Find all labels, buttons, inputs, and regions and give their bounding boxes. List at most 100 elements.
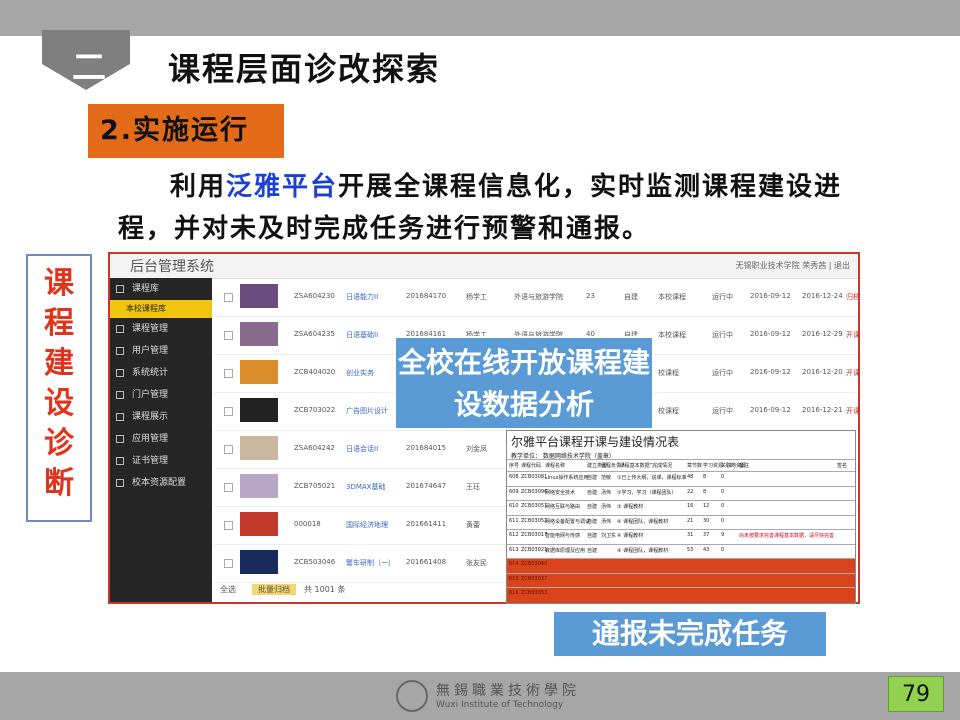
- table-cell-no: 608: [509, 474, 519, 480]
- table-cell-res: 30: [703, 517, 710, 524]
- sidebar-item[interactable]: 本校课程库: [110, 300, 212, 318]
- course-row[interactable]: ZSA604230 日语能力II 201684170 杨学工 外语与旅游学院 23 自建 本校…: [214, 278, 858, 317]
- side-label-char: 断: [44, 466, 74, 501]
- select-all-label[interactable]: 全选: [220, 585, 236, 594]
- page-number: 79: [888, 676, 944, 712]
- table-title: 尔雅平台课程开课与建设情况表: [511, 435, 680, 449]
- table-cell-code: ZCB03017: [521, 532, 548, 538]
- sidebar-item[interactable]: 课程展示: [110, 406, 212, 428]
- table-header-cell: 课程代码: [521, 463, 542, 469]
- sidebar-item[interactable]: 用户管理: [110, 340, 212, 362]
- row-checkbox[interactable]: [224, 559, 233, 568]
- sidebar-item-label: 门户管理: [132, 390, 169, 400]
- table-row: 611 ZCB03052 网络设备配置与调试 自建 汤伟 ④ 课程团队，课程教材 21 30 0: [507, 514, 855, 531]
- table-cell-rel: 0: [721, 488, 725, 495]
- course-count: 23: [586, 292, 595, 300]
- course-end: 2016-12-20: [802, 368, 843, 376]
- sidebar-item[interactable]: 校本资源配置: [110, 472, 212, 494]
- table-row: 610 ZCB03051 网络互联与路由 自建 汤伟 ③ 课程教材 16 12 0: [507, 500, 855, 516]
- row-checkbox[interactable]: [224, 293, 233, 302]
- course-name[interactable]: 日语能力II: [346, 292, 378, 302]
- course-name[interactable]: 日语会话II: [346, 444, 378, 454]
- course-name[interactable]: 3DMAX基础: [346, 482, 385, 492]
- course-end: 2016-12-24: [802, 292, 843, 300]
- course-code: 000018: [294, 520, 321, 528]
- table-cell-rel: 0: [721, 503, 725, 509]
- sidebar-item[interactable]: 证书管理: [110, 450, 212, 472]
- table-cell-res: 8: [703, 474, 707, 480]
- table-header-cell: 课程名称: [545, 463, 566, 469]
- analysis-callout: 全校在线开放课程建设数据分析: [394, 336, 654, 430]
- sidebar-item[interactable]: 门户管理: [110, 384, 212, 406]
- table-cell-status: ④ 课程团队，课程教材: [617, 518, 669, 525]
- table-cell-code: ZCB03052: [521, 517, 548, 524]
- course-op[interactable]: 开课 归档: [846, 368, 858, 378]
- sidebar-item[interactable]: 课程库: [110, 278, 212, 300]
- total-count: 共 1001 条: [304, 585, 346, 594]
- course-end: 2016-12-29: [802, 330, 843, 338]
- course-teacher: 黄蕾: [466, 521, 480, 529]
- notice-callout: 通报未完成任务: [552, 610, 828, 658]
- table-cell-status: ①已上传大纲，说课，课程标准: [617, 475, 687, 481]
- course-op[interactable]: 开课 归档: [846, 330, 858, 340]
- course-op[interactable]: 开课 归档: [846, 406, 858, 416]
- menu-icon: [116, 285, 124, 293]
- sidebar-item[interactable]: 系统统计: [110, 362, 212, 384]
- menu-icon: [116, 325, 124, 333]
- course-kind: 校课程: [658, 407, 679, 415]
- course-status: 运行中: [712, 331, 733, 339]
- table-cell-ch: 16: [687, 503, 694, 509]
- table-cell-code: ZCB03053: [521, 590, 548, 596]
- sidebar-item-label: 校本资源配置: [132, 478, 187, 488]
- course-code: ZSA604242: [294, 444, 335, 452]
- course-teacher: 刘金凤: [466, 445, 487, 453]
- table-cell-ch: 31: [687, 532, 694, 538]
- course-op[interactable]: 归档: [846, 292, 858, 302]
- course-name[interactable]: 日语基础II: [346, 330, 378, 340]
- course-name[interactable]: 创业实务: [346, 368, 374, 378]
- row-checkbox[interactable]: [224, 521, 233, 530]
- sidebar-item[interactable]: 课程管理: [110, 318, 212, 340]
- course-type: 自建: [624, 293, 638, 301]
- course-status: 运行中: [712, 369, 733, 377]
- course-name[interactable]: 警车研制（一）: [346, 558, 395, 568]
- row-checkbox[interactable]: [224, 445, 233, 454]
- table-cell-ch: 22: [687, 488, 694, 495]
- table-cell-rel: 9: [721, 532, 725, 538]
- menu-icon: [116, 457, 124, 465]
- admin-app-title: 后台管理系统: [130, 259, 214, 275]
- menu-icon: [116, 347, 124, 355]
- school-logo-icon: [396, 680, 428, 712]
- table-row: 609 ZCB03096 网络安全技术 自建 汤伟 ②学习，学习（课程团队） 22 8 0: [507, 485, 855, 502]
- course-start: 2016-09-12: [750, 406, 791, 414]
- table-header-cell: 序号: [509, 463, 520, 469]
- course-teacher: 王珏: [466, 483, 480, 491]
- table-header-cell: 备注: [739, 463, 750, 469]
- admin-user-info: 无锡职业技术学院 荣秀茜 | 退出: [735, 261, 850, 270]
- table-cell-type: 自建: [587, 533, 598, 539]
- row-checkbox[interactable]: [224, 331, 233, 340]
- row-checkbox[interactable]: [224, 407, 233, 416]
- table-cell-no: 610: [509, 503, 519, 509]
- row-checkbox[interactable]: [224, 483, 233, 492]
- menu-icon: [116, 391, 124, 399]
- table-cell-code: ZCB03021: [521, 546, 548, 553]
- table-cell-rel: 0: [721, 474, 725, 480]
- sidebar-item[interactable]: 应用管理: [110, 428, 212, 450]
- table-row: 612 ZCB03017 智能电网与传感 自建 刘卫东 ④ 课程教材 31 37 9 尚未按要求完…: [507, 529, 855, 545]
- row-checkbox[interactable]: [224, 369, 233, 378]
- table-cell-name: 网络互联与路由: [545, 504, 581, 510]
- section-number: 二: [72, 48, 106, 88]
- table-cell-res: 43: [703, 546, 710, 553]
- table-cell-ch: 21: [687, 517, 694, 524]
- list-footer: 全选 批量归档共 1001 条: [220, 584, 345, 595]
- batch-archive-button[interactable]: 批量归档: [252, 584, 296, 595]
- table-cell-rel: 0: [721, 517, 725, 524]
- sidebar-item-label: 证书管理: [132, 456, 169, 466]
- course-name[interactable]: 广告图片设计: [346, 406, 388, 416]
- platform-highlight: 泛雅平台: [226, 172, 339, 202]
- table-cell-res: 8: [703, 488, 707, 495]
- course-name[interactable]: 国际经济地理: [346, 520, 388, 530]
- school-name-cn: 無錫職業技術學院: [436, 683, 580, 699]
- table-cell-status: ③ 课程教材: [617, 504, 644, 510]
